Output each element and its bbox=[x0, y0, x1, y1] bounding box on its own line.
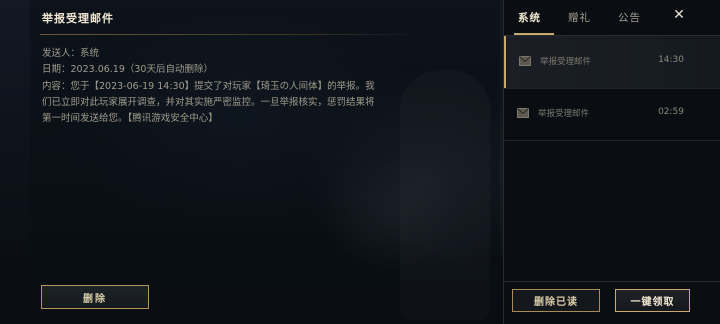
delete-button[interactable]: 删除 bbox=[41, 285, 149, 309]
mail-screen: 举报受理邮件 发送人：系统 日期：2023.06.19（30天后自动删除） 内容… bbox=[0, 0, 720, 324]
mail-item-time: 02:59 bbox=[658, 107, 684, 117]
mail-list-item[interactable]: 举报受理邮件 14:30 bbox=[504, 36, 720, 88]
tab-announcements[interactable]: 公告 bbox=[618, 10, 641, 25]
mail-item-label: 举报受理邮件 bbox=[540, 57, 592, 67]
footer-divider bbox=[504, 281, 720, 282]
mail-list-panel: 系统 赠礼 公告 ✕ 举报受理邮件 14:30 举报受理邮件 02:59 删除已… bbox=[503, 0, 720, 324]
delete-read-button[interactable]: 删除已读 bbox=[512, 289, 600, 312]
claim-all-button[interactable]: 一键领取 bbox=[615, 289, 690, 312]
close-icon[interactable]: ✕ bbox=[670, 6, 688, 24]
tab-bar: 系统 赠礼 公告 ✕ bbox=[504, 0, 720, 34]
tab-system[interactable]: 系统 bbox=[518, 10, 541, 25]
tab-gifts[interactable]: 赠礼 bbox=[568, 10, 591, 25]
mail-date: 日期：2023.06.19（30天后自动删除） bbox=[42, 64, 213, 75]
list-divider bbox=[504, 140, 720, 141]
mail-item-time: 14:30 bbox=[658, 55, 684, 65]
mail-list-item[interactable]: 举报受理邮件 02:59 bbox=[504, 88, 720, 140]
mail-detail-panel: 举报受理邮件 发送人：系统 日期：2023.06.19（30天后自动删除） 内容… bbox=[30, 0, 500, 324]
mail-item-label: 举报受理邮件 bbox=[538, 109, 590, 119]
mail-title: 举报受理邮件 bbox=[42, 12, 114, 25]
mail-sender: 发送人：系统 bbox=[42, 48, 100, 59]
envelope-icon bbox=[519, 56, 531, 66]
mail-meta: 发送人：系统 日期：2023.06.19（30天后自动删除） bbox=[42, 46, 213, 78]
title-divider bbox=[40, 34, 425, 35]
envelope-icon bbox=[517, 108, 529, 118]
mail-body: 内容：您于【2023-06-19 14:30】提交了对玩家【琦玉の人间体】的举报… bbox=[42, 81, 375, 124]
